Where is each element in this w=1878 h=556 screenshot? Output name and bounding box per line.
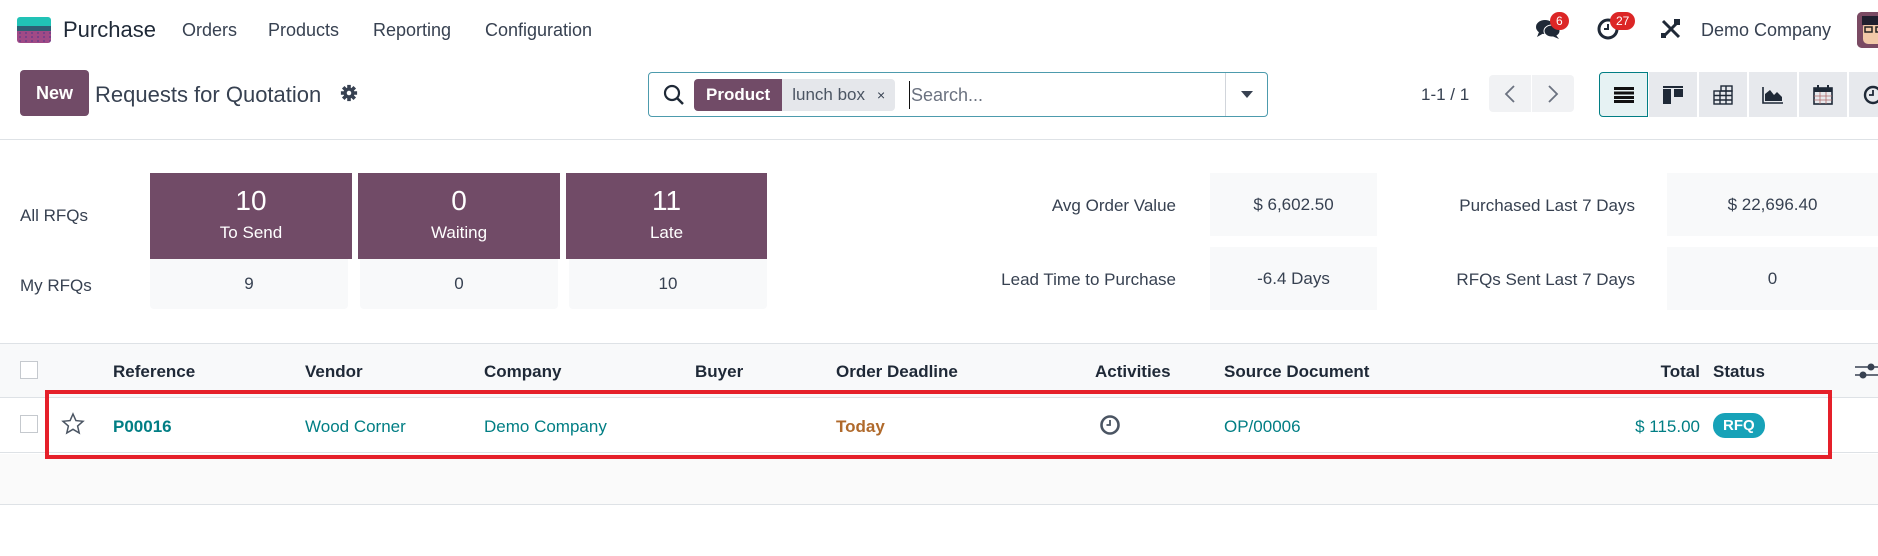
company-switcher[interactable]: Demo Company xyxy=(1701,20,1831,41)
favorite-toggle[interactable] xyxy=(61,412,85,436)
facet-value-wrap: lunch box × xyxy=(782,79,896,111)
col-total[interactable]: Total xyxy=(1600,362,1700,382)
my-rfqs-label: My RFQs xyxy=(20,276,92,295)
col-activities[interactable]: Activities xyxy=(1095,362,1171,382)
col-buyer[interactable]: Buyer xyxy=(695,362,743,382)
caret-down-icon xyxy=(1240,90,1253,98)
my-to-send[interactable]: 9 xyxy=(150,259,348,309)
search-options-toggle[interactable] xyxy=(1225,73,1267,116)
pager-previous-button[interactable] xyxy=(1489,75,1531,112)
tile-late[interactable]: 11 Late xyxy=(566,173,767,259)
view-activity-button[interactable] xyxy=(1849,72,1878,117)
cell-reference[interactable]: P00016 xyxy=(113,417,172,437)
star-icon xyxy=(61,412,85,435)
table-empty-filler xyxy=(0,454,1878,505)
menu-orders[interactable]: Orders xyxy=(182,20,237,41)
gear-icon xyxy=(340,84,358,102)
actions-gear-button[interactable] xyxy=(340,84,360,104)
row-checkbox[interactable] xyxy=(20,415,38,433)
purchased-7-days-label: Purchased Last 7 Days xyxy=(1459,196,1635,215)
view-pivot-button[interactable] xyxy=(1699,72,1748,117)
area-chart-icon xyxy=(1762,86,1783,104)
tile-count: 11 xyxy=(651,185,682,216)
remove-facet-icon[interactable]: × xyxy=(877,87,885,103)
pager-value[interactable]: 1-1 / 1 xyxy=(1421,85,1469,105)
menu-products[interactable]: Products xyxy=(268,20,339,41)
tools-icon xyxy=(1661,19,1681,39)
search-bar: Product lunch box × xyxy=(648,72,1268,117)
avg-order-value: $ 6,602.50 xyxy=(1210,173,1377,236)
view-calendar-button[interactable] xyxy=(1799,72,1848,117)
optional-columns-toggle[interactable] xyxy=(1855,361,1878,381)
clock-icon xyxy=(1863,85,1878,104)
messages-button[interactable]: 6 xyxy=(1533,12,1569,44)
page-title: Requests for Quotation xyxy=(95,82,322,107)
sliders-icon xyxy=(1855,363,1878,379)
tile-label: Late xyxy=(649,223,684,242)
menu-reporting[interactable]: Reporting xyxy=(373,20,451,41)
activities-button[interactable]: 27 xyxy=(1593,12,1636,44)
search-icon xyxy=(663,84,684,105)
cell-vendor[interactable]: Wood Corner xyxy=(305,417,406,437)
activities-count-badge: 27 xyxy=(1610,12,1636,30)
app-name[interactable]: Purchase xyxy=(63,17,156,43)
col-reference[interactable]: Reference xyxy=(113,362,195,382)
avg-order-value-label: Avg Order Value xyxy=(1051,196,1176,215)
pager-next-button[interactable] xyxy=(1532,75,1574,112)
control-panel-divider xyxy=(0,139,1878,140)
purchased-7-days-value: $ 22,696.40 xyxy=(1667,173,1878,236)
chevron-right-icon xyxy=(1548,84,1559,103)
calendar-icon xyxy=(1813,84,1833,105)
select-all-checkbox[interactable] xyxy=(20,361,38,379)
pivot-table-icon xyxy=(1713,84,1733,105)
app-logo[interactable] xyxy=(17,17,51,43)
rfqs-sent-label: RFQs Sent Last 7 Days xyxy=(1456,270,1635,289)
all-rfqs-label: All RFQs xyxy=(20,206,88,225)
kanban-icon xyxy=(1663,85,1683,104)
chevron-left-icon xyxy=(1504,84,1515,103)
debug-tools-button[interactable] xyxy=(1656,14,1686,44)
view-list-button[interactable] xyxy=(1599,72,1648,117)
facet-value: lunch box xyxy=(792,85,866,104)
col-company[interactable]: Company xyxy=(484,362,561,382)
my-late[interactable]: 10 xyxy=(569,259,767,309)
tile-label: Waiting xyxy=(430,223,488,242)
cell-total: $ 115.00 xyxy=(1635,417,1700,436)
new-button[interactable]: New xyxy=(20,70,89,116)
col-vendor[interactable]: Vendor xyxy=(305,362,363,382)
col-source-document[interactable]: Source Document xyxy=(1224,362,1369,382)
activity-button[interactable] xyxy=(1099,414,1121,436)
menu-configuration[interactable]: Configuration xyxy=(485,20,592,41)
cell-source-document[interactable]: OP/00006 xyxy=(1224,417,1301,437)
lead-time-value: -6.4 Days xyxy=(1210,247,1377,310)
tile-label: To Send xyxy=(219,223,283,242)
list-icon xyxy=(1613,86,1634,103)
status-badge: RFQ xyxy=(1713,413,1765,438)
rfqs-sent-value: 0 xyxy=(1667,247,1878,310)
view-kanban-button[interactable] xyxy=(1649,72,1698,117)
lead-time-label: Lead Time to Purchase xyxy=(1001,270,1176,289)
clock-icon xyxy=(1100,415,1120,435)
view-graph-button[interactable] xyxy=(1749,72,1798,117)
tile-to-send[interactable]: 10 To Send xyxy=(150,173,352,259)
cell-company[interactable]: Demo Company xyxy=(484,417,607,437)
tile-count: 10 xyxy=(235,185,267,216)
search-facet: Product lunch box × xyxy=(694,79,896,111)
my-waiting[interactable]: 0 xyxy=(360,259,558,309)
facet-label: Product xyxy=(694,79,783,111)
cell-order-deadline: Today xyxy=(836,417,885,436)
user-avatar[interactable] xyxy=(1857,12,1878,48)
col-order-deadline[interactable]: Order Deadline xyxy=(836,362,958,382)
search-input[interactable] xyxy=(909,81,1199,109)
messages-count-badge: 6 xyxy=(1550,12,1569,30)
tile-waiting[interactable]: 0 Waiting xyxy=(358,173,560,259)
col-status[interactable]: Status xyxy=(1713,362,1765,382)
tile-count: 0 xyxy=(451,185,467,216)
